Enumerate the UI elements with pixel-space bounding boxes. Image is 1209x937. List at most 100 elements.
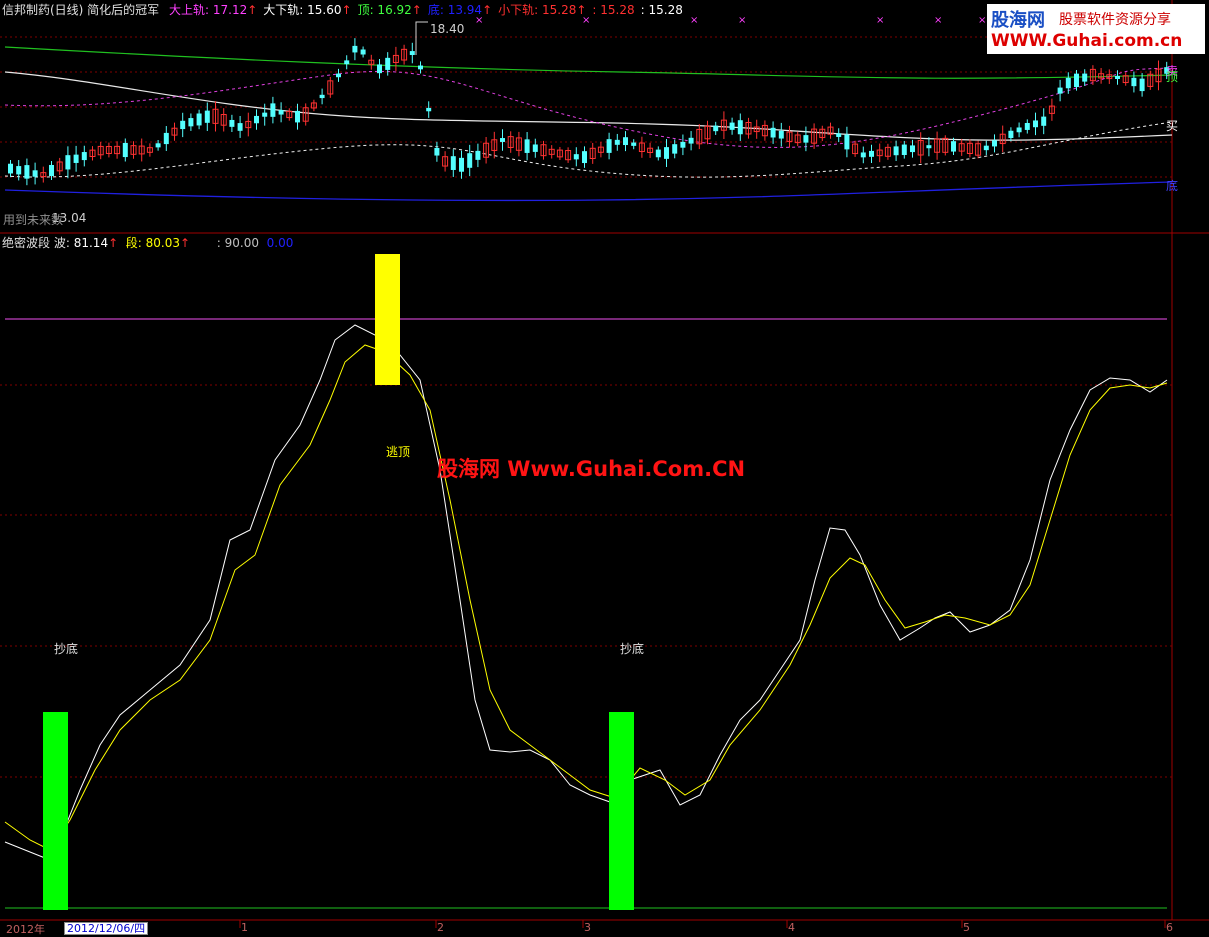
candle-body-down <box>770 127 776 138</box>
candle-body-down <box>778 130 784 139</box>
wave-value: 81.14 <box>73 236 109 250</box>
candle-body-down <box>344 60 350 65</box>
candle-body-down <box>155 143 161 148</box>
header-item-5: : 15.28 <box>592 3 635 17</box>
candle-body-down <box>573 154 579 160</box>
candle-body-down <box>24 165 30 179</box>
candle-body-down <box>49 164 54 177</box>
candle-body-down <box>1115 75 1120 80</box>
candle-body-down <box>459 157 464 172</box>
candle-body-down <box>532 144 538 152</box>
xaxis-label-3: 3 <box>584 921 591 934</box>
candle-body-down <box>434 148 440 156</box>
candle-body-down <box>631 142 637 146</box>
stock-title: 信邦制药(日线) 简化后的冠军 <box>2 3 160 17</box>
header-item-1: 大下轨: 15.60 <box>263 3 342 17</box>
candle-body-down <box>262 112 268 117</box>
candle-body-down <box>122 142 128 158</box>
header-up-arrow: ↑ <box>247 3 258 17</box>
future-data-note: 用到未来数 <box>3 213 64 227</box>
buy-label: 买 <box>1166 119 1179 133</box>
candle-body-down <box>1082 73 1088 82</box>
bottom-band-line <box>4 181 1173 202</box>
xaxis-label-2: 2 <box>437 921 444 934</box>
candle-body-down <box>254 115 259 124</box>
candle-body-down <box>803 135 809 143</box>
candle-body-down <box>32 170 38 177</box>
candle-body-down <box>229 119 235 127</box>
candle-body-down <box>81 152 87 161</box>
candle-body-down <box>385 57 391 70</box>
candle-body-down <box>73 154 79 163</box>
xaxis-label-1: 1 <box>241 921 248 934</box>
signal-bottom-2: 抄底 <box>620 642 645 656</box>
candle-body-down <box>1139 78 1145 92</box>
candle-body-down <box>237 123 243 131</box>
center-watermark: 股海网 Www.Guhai.Com.CN <box>437 457 746 481</box>
zero-value: 0.00 <box>266 236 294 250</box>
header-item-6: : 15.28 <box>640 3 683 17</box>
candle-body-down <box>688 137 694 144</box>
mid-band-line <box>4 71 1173 141</box>
lower-dashed-band <box>4 121 1173 178</box>
candle-body-down <box>180 120 186 130</box>
header-item-0: 大上轨: 17.12 <box>169 3 248 17</box>
cross-marker: × <box>978 15 986 26</box>
cross-marker: × <box>876 15 884 26</box>
candle-body-down <box>836 133 842 137</box>
header-up-arrow: ↑ <box>482 3 493 17</box>
candle-body-down <box>992 140 997 147</box>
high-price-label: 18.40 <box>430 22 465 36</box>
candle-body-down <box>467 153 473 168</box>
candle-body-down <box>188 118 194 127</box>
candle-body-down <box>1065 77 1071 89</box>
candle-body-down <box>951 141 956 152</box>
candle-body-down <box>270 103 276 117</box>
header-item-2: 顶: 16.92 <box>357 3 412 17</box>
candle-body-down <box>418 65 423 70</box>
xaxis-label-5: 5 <box>963 921 970 934</box>
candle-body-down <box>16 166 22 175</box>
candle-body-down <box>295 110 300 123</box>
candle-body-down <box>426 107 432 112</box>
candle-body-down <box>664 147 669 159</box>
candle-body-down <box>655 149 661 158</box>
candle-body-down <box>1016 127 1022 133</box>
candle-body-down <box>450 156 456 170</box>
candle-body-down <box>278 110 284 115</box>
candle-body-down <box>352 45 358 53</box>
header-up-arrow: ↑ <box>576 3 587 17</box>
candle-body-down <box>319 94 325 99</box>
header-item-3: 底: 13.94 <box>427 3 483 17</box>
bottom-signal-bar <box>43 712 68 910</box>
candle-body-down <box>680 141 686 148</box>
candle-body-down <box>1131 77 1137 87</box>
candle-body-down <box>582 151 587 164</box>
candle-body-down <box>910 145 915 153</box>
candle-body-down <box>606 139 612 153</box>
top-signal-bar <box>375 254 400 385</box>
candle-body-down <box>926 145 932 149</box>
candle-body-down <box>500 138 505 142</box>
top-label: 顶 <box>1166 70 1179 84</box>
price-pane-header: 信邦制药(日线) 简化后的冠军 大上轨: 17.12↑ 大下轨: 15.60↑ 顶:… <box>2 3 683 17</box>
header-indicator-values: 大上轨: 17.12↑ 大下轨: 15.60↑ 顶: 16.92↑ 底: 13.94↑… <box>163 3 683 17</box>
signal-bottom-1: 抄底 <box>54 642 79 656</box>
candle-body-down <box>1057 87 1063 94</box>
candle-body-down <box>737 120 743 135</box>
header-item-4: 小下轨: 15.28 <box>498 3 577 17</box>
candle-body-down <box>844 134 850 150</box>
indicator-header: 绝密波段 波: 81.14↑ 段: 80.03↑ : 90.00 0.00 <box>2 236 294 250</box>
logo-url: WWW.Guhai.com.cn <box>991 31 1183 51</box>
logo-cn: 股海网 <box>991 10 1045 31</box>
selected-date-box[interactable]: 2012/12/06/四 <box>64 922 149 935</box>
candle-body-down <box>524 139 530 153</box>
cross-marker: × <box>690 15 698 26</box>
level-value: 90.00 <box>224 236 259 250</box>
seg-value: 80.03 <box>145 236 181 250</box>
candle-body-down <box>869 150 874 157</box>
wave-label: 波 <box>53 236 66 250</box>
candle-body-down <box>65 155 71 170</box>
candle-body-down <box>901 144 907 155</box>
guhai-logo-box: 股海网 股票软件资源分享 WWW.Guhai.com.cn <box>987 4 1205 54</box>
